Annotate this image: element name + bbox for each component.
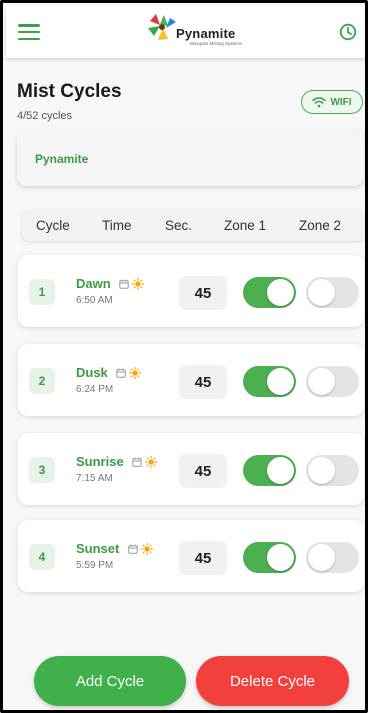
seconds-field[interactable]: 45 [179,276,227,310]
delete-cycle-button[interactable]: Delete Cycle [196,656,349,706]
sun-icon [145,456,158,468]
logo-tagline: Mosquito Misting Systems [190,41,243,46]
zone-2-toggle[interactable] [306,277,359,308]
column-header-row: Cycle Time Sec. Zone 1 Zone 2 [22,210,364,241]
cycle-card[interactable]: 3 Sunrise 7:15 AM 45 [18,433,364,505]
clock-icon[interactable] [339,23,357,41]
cycle-name: Sunset [76,541,153,556]
cycle-card[interactable]: 2 Dusk 6:24 PM 45 [18,344,364,416]
wifi-label: WIFI [330,96,352,108]
cycle-name-text: Sunrise [76,454,124,469]
add-cycle-button[interactable]: Add Cycle [34,656,186,706]
cycle-time: 6:50 AM [76,295,113,306]
column-zone-1: Zone 1 [224,218,267,233]
cycle-card[interactable]: 1 Dawn 6:50 AM 45 [18,255,364,327]
zone-1-toggle[interactable] [243,455,296,486]
sun-icon [140,543,153,555]
sun-icon [129,367,142,379]
column-time: Time [102,218,132,233]
column-cycle: Cycle [36,218,70,233]
zone-1-toggle[interactable] [243,542,296,573]
zone-2-toggle[interactable] [306,542,359,573]
seconds-field[interactable]: 45 [179,541,227,575]
cycle-name: Dawn [76,276,145,291]
cycle-count: 4/52 cycles [17,110,73,122]
cycle-name: Sunrise [76,454,158,469]
zone-2-toggle[interactable] [306,455,359,486]
zone-1-toggle[interactable] [243,277,296,308]
cycle-name-text: Sunset [76,541,120,556]
calendar-icon [119,279,129,289]
seconds-field[interactable]: 45 [179,365,227,399]
top-bar: Pynamite Mosquito Misting Systems [6,6,365,58]
seconds-field[interactable]: 45 [179,454,227,488]
column-seconds: Sec. [165,218,193,233]
cycle-name-text: Dusk [76,365,108,380]
cycle-number-badge: 4 [29,544,55,570]
cycle-time: 7:15 AM [76,473,113,484]
zone-2-toggle[interactable] [306,366,359,397]
column-zone-2: Zone 2 [299,218,342,233]
cycle-card[interactable]: 4 Sunset 5:59 PM 45 [18,520,364,592]
cycle-name-text: Dawn [76,276,111,291]
page-title: Mist Cycles [17,81,122,102]
wifi-button[interactable]: WIFI [301,90,363,114]
cycle-name: Dusk [76,365,142,380]
logo-wordmark: Pynamite [176,26,236,41]
cycle-number-badge: 1 [29,279,55,305]
sun-icon [132,278,145,290]
zone-1-toggle[interactable] [243,366,296,397]
pynamite-logo: Pynamite Mosquito Misting Systems [146,12,246,52]
wifi-icon [312,97,327,108]
cycle-number-badge: 2 [29,368,55,394]
calendar-icon [128,544,138,554]
app-frame: Pynamite Mosquito Misting Systems Mist C… [0,0,368,713]
calendar-icon [116,368,127,378]
hamburger-menu-icon[interactable] [18,24,40,40]
cycle-time: 6:24 PM [76,384,114,395]
cycle-number-badge: 3 [29,457,55,483]
cycle-time: 5:59 PM [76,560,114,571]
device-card[interactable]: Pynamite [17,129,364,186]
calendar-icon [132,457,143,467]
device-name: Pynamite [35,152,89,166]
